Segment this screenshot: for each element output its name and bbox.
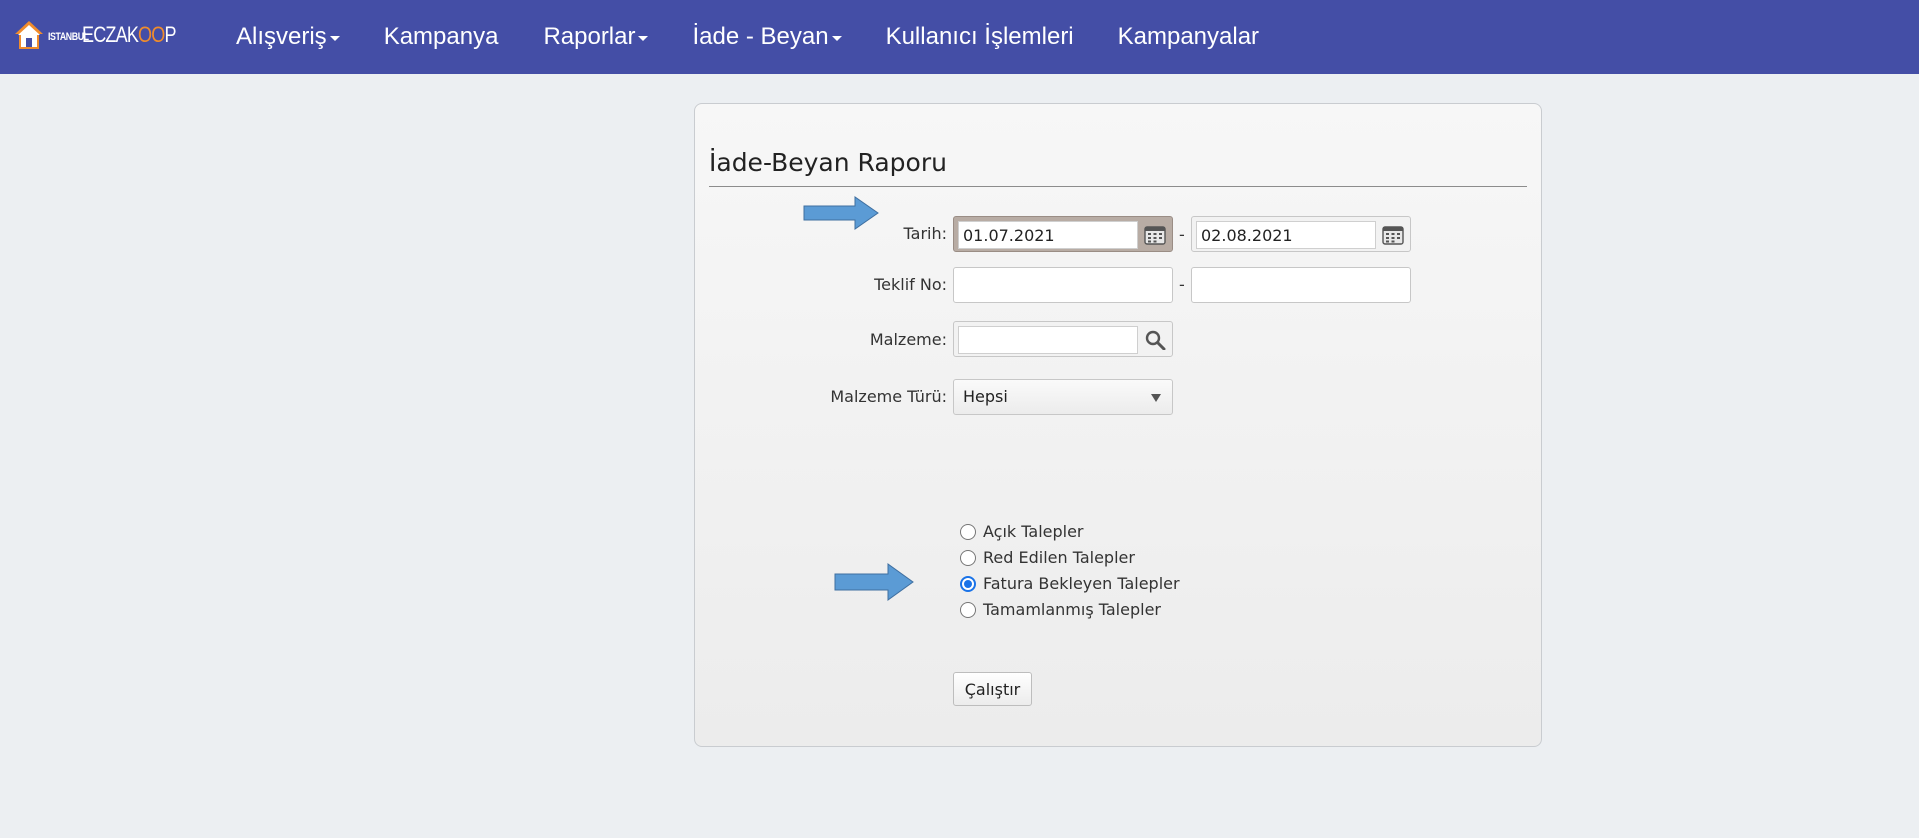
logo-big-text: ECZAKOOP (82, 22, 177, 47)
house-icon (15, 21, 43, 49)
material-type-label: Malzeme Türü: (830, 387, 947, 406)
date-from-field (953, 216, 1173, 252)
nav-item-kampanyalar[interactable]: Kampanyalar (1118, 23, 1259, 51)
date-to-field (1191, 216, 1411, 252)
calendar-icon[interactable] (1382, 225, 1404, 245)
calendar-icon[interactable] (1144, 225, 1166, 245)
offer-no-label: Teklif No: (874, 275, 947, 294)
date-to-input[interactable] (1196, 221, 1376, 249)
radio-button[interactable] (960, 523, 976, 540)
search-icon[interactable] (1144, 330, 1166, 350)
caret-down-icon (329, 36, 340, 41)
material-type-select[interactable]: Hepsi (953, 379, 1173, 415)
run-button[interactable]: Çalıştır (953, 672, 1032, 706)
annotation-arrow-icon (834, 563, 914, 601)
page-title: İade-Beyan Raporu (709, 148, 947, 177)
logo[interactable]: ISTANBUL ECZAKOOP (14, 18, 196, 52)
date-from-input[interactable] (958, 221, 1138, 249)
radio-option-tamamlanmis-talepler[interactable]: Tamamlanmış Talepler (960, 600, 1161, 619)
material-label: Malzeme: (869, 330, 947, 349)
offer-range-separator: - (1179, 275, 1185, 294)
radio-option-fatura-bekleyen-talepler[interactable]: Fatura Bekleyen Talepler (960, 574, 1180, 593)
radio-option-red-edilen-talepler[interactable]: Red Edilen Talepler (960, 548, 1135, 567)
caret-down-icon (831, 36, 842, 41)
material-type-value: Hepsi (963, 387, 1008, 406)
chevron-down-icon (1151, 394, 1161, 402)
radio-button[interactable] (960, 549, 976, 566)
offer-no-to-input[interactable] (1191, 267, 1411, 303)
date-range-separator: - (1179, 225, 1185, 244)
radio-button[interactable] (960, 601, 976, 618)
radio-option-acik-talepler[interactable]: Açık Talepler (960, 522, 1084, 541)
material-input[interactable] (958, 326, 1138, 354)
radio-button-checked[interactable] (960, 575, 976, 592)
logo-small-text: ISTANBUL (48, 31, 89, 43)
offer-no-from-input[interactable] (953, 267, 1173, 303)
nav-item-kullanici-islemleri[interactable]: Kullanıcı İşlemleri (886, 23, 1074, 51)
caret-down-icon (638, 36, 649, 41)
report-panel: İade-Beyan Raporu Tarih: - (694, 103, 1542, 747)
nav-item-iade-beyan[interactable]: İade - Beyan (692, 23, 842, 51)
material-field (953, 321, 1173, 357)
nav-item-alisveris[interactable]: Alışveriş (236, 23, 340, 51)
top-navbar: ISTANBUL ECZAKOOP Alışveriş Kampanya Rap… (0, 0, 1919, 74)
nav-item-kampanya[interactable]: Kampanya (384, 23, 499, 51)
nav-item-raporlar[interactable]: Raporlar (543, 23, 649, 51)
date-label: Tarih: (903, 224, 947, 243)
title-divider (709, 186, 1527, 187)
